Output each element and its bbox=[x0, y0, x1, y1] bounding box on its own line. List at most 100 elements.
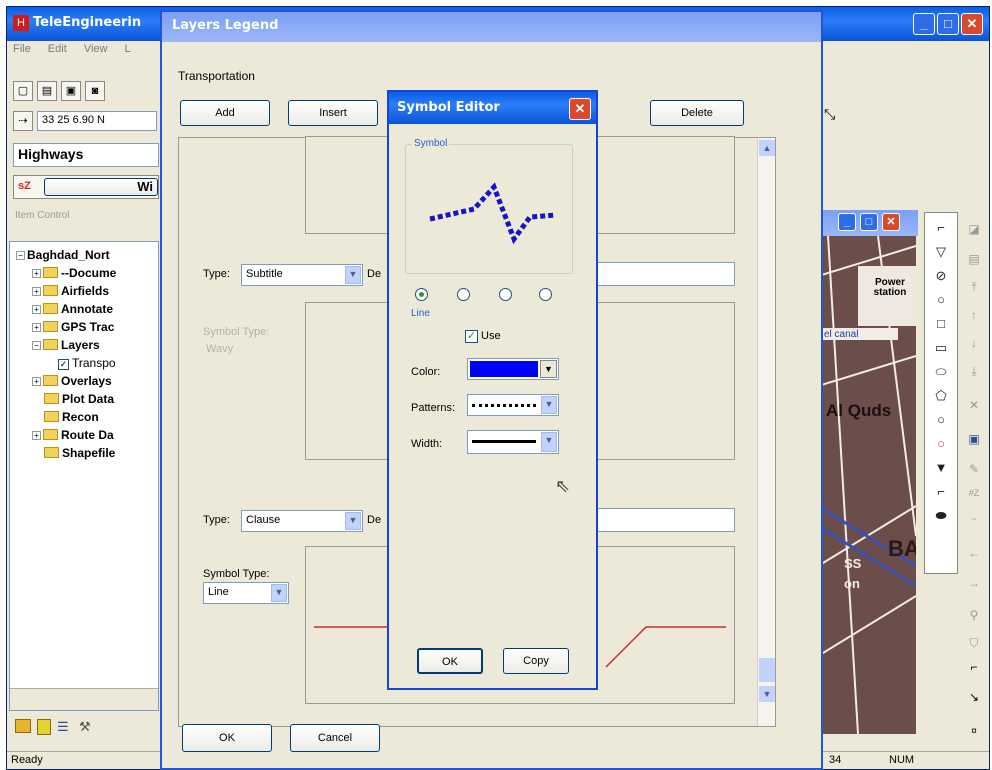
menu-file[interactable]: File bbox=[13, 43, 31, 55]
open-icon[interactable]: ▤ bbox=[37, 81, 57, 101]
tree-item-gps[interactable]: + GPS Trac bbox=[32, 318, 114, 336]
chevron-down-icon[interactable]: ▼ bbox=[345, 512, 361, 530]
pin2-icon[interactable]: ¤ bbox=[966, 726, 982, 742]
add-button[interactable]: Add bbox=[180, 100, 270, 126]
tree-expander[interactable]: − bbox=[16, 251, 25, 260]
tree-root[interactable]: − Baghdad_Nort bbox=[16, 246, 110, 264]
width-combo[interactable]: ▼ bbox=[467, 430, 559, 454]
x-icon[interactable]: ✕ bbox=[966, 398, 982, 414]
list-tab-icon[interactable]: ☰ bbox=[57, 719, 73, 735]
tree-expander[interactable]: + bbox=[32, 305, 41, 314]
right-arrow-icon[interactable]: → bbox=[966, 576, 982, 592]
window-icon[interactable]: ▣ bbox=[966, 432, 982, 448]
pentagon-icon[interactable]: ⬠ bbox=[933, 389, 949, 403]
tree-item-documents[interactable]: + --Docume bbox=[32, 264, 116, 282]
circle3-icon[interactable]: ○ bbox=[933, 437, 949, 451]
map-close-button[interactable]: ✕ bbox=[882, 213, 900, 231]
menu-edit[interactable]: Edit bbox=[48, 43, 67, 55]
tree-item-plot-data[interactable]: Plot Data bbox=[44, 390, 114, 408]
tree-expander[interactable]: + bbox=[32, 323, 41, 332]
layer-combo[interactable]: Highways bbox=[13, 143, 159, 167]
arc-icon[interactable]: ⌐ bbox=[933, 485, 949, 499]
tree-expander[interactable]: + bbox=[32, 377, 41, 386]
tools-tab-icon[interactable]: ⚒ bbox=[79, 719, 95, 735]
tree-item-route-data[interactable]: + Route Da bbox=[32, 426, 114, 444]
map-minimize-button[interactable]: _ bbox=[838, 213, 856, 231]
radio-option-2[interactable] bbox=[457, 288, 470, 301]
triangle-icon[interactable]: ▼ bbox=[933, 461, 949, 475]
tree-expander[interactable]: + bbox=[32, 269, 41, 278]
tree-expander[interactable]: + bbox=[32, 287, 41, 296]
menu-view[interactable]: View bbox=[84, 43, 108, 55]
minimize-button[interactable]: _ bbox=[913, 13, 935, 35]
pin-icon[interactable]: ⚲ bbox=[966, 608, 982, 624]
legend-ok-button[interactable]: OK bbox=[182, 724, 272, 752]
cursor-icon[interactable]: ↘ bbox=[966, 690, 982, 706]
coord-field[interactable]: 33 25 6.90 N bbox=[37, 111, 157, 131]
radio-line[interactable] bbox=[415, 288, 428, 301]
scroll-down-icon[interactable]: ▼ bbox=[759, 686, 775, 702]
color-picker[interactable]: ▼ bbox=[467, 358, 559, 380]
save-icon[interactable]: ▣ bbox=[61, 81, 81, 101]
tree-item-airfields[interactable]: + Airfields bbox=[32, 282, 109, 300]
legend-cancel-button[interactable]: Cancel bbox=[290, 724, 380, 752]
radio-option-4[interactable] bbox=[539, 288, 552, 301]
chevron-down-icon[interactable]: ▼ bbox=[271, 584, 287, 602]
new-icon[interactable]: ▢ bbox=[13, 81, 33, 101]
top-icon[interactable]: ⤒ bbox=[966, 280, 982, 296]
map-view[interactable]: Power station el canal Al Quds BA SS on bbox=[818, 236, 916, 734]
circle2-icon[interactable]: ○ bbox=[933, 413, 949, 427]
ellipse-icon[interactable]: ⊘ bbox=[933, 269, 949, 283]
map-maximize-button[interactable]: □ bbox=[860, 213, 878, 231]
checkbox[interactable]: ✓ bbox=[58, 359, 69, 370]
delete-button[interactable]: Delete bbox=[650, 100, 744, 126]
close-icon[interactable]: ✕ bbox=[569, 98, 591, 120]
type-combo[interactable]: Clause ▼ bbox=[241, 510, 363, 532]
rounded-rect-icon[interactable]: ▭ bbox=[933, 341, 949, 355]
chevron-down-icon[interactable]: ▼ bbox=[540, 360, 557, 378]
filter-icon[interactable]: ⛉ bbox=[966, 636, 982, 652]
use-checkbox[interactable]: ✓ bbox=[465, 330, 478, 343]
tree-item-annotate[interactable]: + Annotate bbox=[32, 300, 113, 318]
pen-icon[interactable]: ✎ bbox=[966, 462, 982, 478]
wi-button[interactable]: Wi bbox=[44, 178, 158, 196]
tree-item-overlays[interactable]: + Overlays bbox=[32, 372, 112, 390]
down-icon[interactable]: ↓ bbox=[966, 336, 982, 352]
print-icon[interactable]: ◙ bbox=[85, 81, 105, 101]
arrow-icon[interactable]: ⇢ bbox=[13, 111, 33, 131]
chevron-down-icon[interactable]: ▼ bbox=[541, 432, 557, 452]
scroll-up-icon[interactable]: ▲ bbox=[759, 140, 775, 156]
size-icon[interactable]: #Z bbox=[966, 488, 982, 504]
rectangle-icon[interactable]: □ bbox=[933, 317, 949, 331]
scroll-thumb[interactable] bbox=[759, 658, 775, 682]
tree-item-layers[interactable]: − Layers bbox=[32, 336, 100, 354]
polyline-icon[interactable]: ⌐ bbox=[933, 221, 949, 235]
tree-hscrollbar[interactable] bbox=[10, 688, 158, 710]
tree-expander[interactable]: − bbox=[32, 341, 41, 350]
layers-tab-icon[interactable] bbox=[15, 719, 31, 733]
chevron-down-icon[interactable]: ▼ bbox=[345, 266, 361, 284]
eraser-icon[interactable]: ◪ bbox=[966, 222, 982, 238]
insert-button[interactable]: Insert bbox=[288, 100, 378, 126]
patterns-combo[interactable]: ▼ bbox=[467, 394, 559, 416]
description-field[interactable] bbox=[575, 262, 735, 286]
up-icon[interactable]: ↑ bbox=[966, 308, 982, 324]
tree-item-shapefile[interactable]: Shapefile bbox=[44, 444, 115, 462]
symbol-copy-button[interactable]: Copy bbox=[503, 648, 569, 674]
tree-item-transportation[interactable]: ✓ Transpo bbox=[58, 354, 116, 372]
menu-l[interactable]: L bbox=[125, 43, 131, 55]
chevron-down-icon[interactable]: ▼ bbox=[541, 396, 557, 414]
close-button[interactable]: ✕ bbox=[961, 13, 983, 35]
maximize-button[interactable]: □ bbox=[937, 13, 959, 35]
zoom-icon[interactable]: ⤡ bbox=[824, 106, 835, 123]
circle-icon[interactable]: ○ bbox=[933, 293, 949, 307]
type-combo[interactable]: Subtitle ▼ bbox=[241, 264, 363, 286]
document-tab-icon[interactable] bbox=[37, 719, 51, 735]
scale-icon[interactable]: ~ bbox=[966, 514, 982, 530]
tree-item-recon[interactable]: Recon bbox=[44, 408, 99, 426]
legend-vscrollbar[interactable]: ▲ ▼ bbox=[757, 138, 775, 726]
bottom-icon[interactable]: ⤓ bbox=[966, 364, 982, 380]
select-line-icon[interactable]: ⌐ bbox=[966, 660, 982, 676]
description-field[interactable] bbox=[575, 508, 735, 532]
symbol-ok-button[interactable]: OK bbox=[417, 648, 483, 674]
